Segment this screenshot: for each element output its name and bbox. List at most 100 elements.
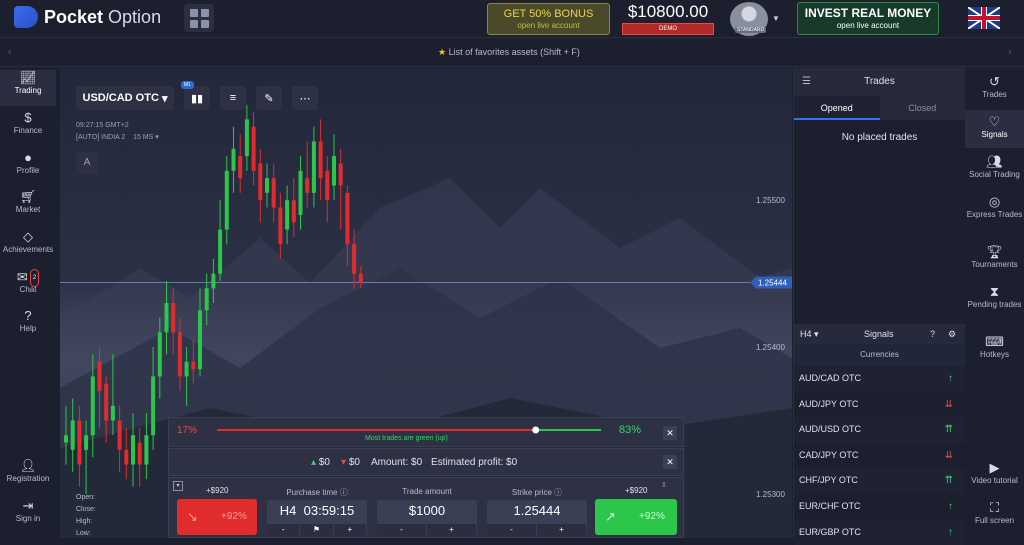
- candle-body: [291, 200, 296, 223]
- close-icon[interactable]: ✕: [663, 455, 677, 469]
- rnav-pending-trades[interactable]: ⧗ Pending trades: [965, 284, 1024, 310]
- help-icon[interactable]: ?: [930, 324, 935, 344]
- rnav-trades[interactable]: ↺ Trades: [965, 74, 1024, 108]
- double-arrow-down-icon: ⇊: [944, 449, 953, 461]
- nav-help[interactable]: ? Help: [0, 308, 56, 344]
- brush-icon: ✎: [264, 92, 274, 105]
- rnav-video-tutorial[interactable]: ▶ Video tutorial: [965, 460, 1024, 486]
- list-icon[interactable]: ☰: [802, 68, 811, 96]
- signal-row[interactable]: EUR/GBP OTC ↑: [794, 519, 965, 545]
- candle-body: [204, 288, 209, 311]
- signal-row[interactable]: AUD/JPY OTC ⇊: [794, 392, 965, 418]
- indicators-button[interactable]: ≡: [220, 86, 246, 110]
- collapse-icon[interactable]: ▾: [173, 481, 183, 491]
- signal-row[interactable]: CAD/JPY OTC ⇊: [794, 443, 965, 469]
- buy-percentage: 83%: [619, 424, 642, 436]
- close-icon[interactable]: ✕: [663, 426, 677, 440]
- nav-achievements[interactable]: ◇ Achievements: [0, 229, 56, 265]
- signal-row[interactable]: EUR/CHF OTC ↑: [794, 494, 965, 520]
- signals-category[interactable]: Currencies: [794, 344, 965, 366]
- account-balance[interactable]: $10800.00 DEMO: [622, 2, 714, 35]
- asset-selector[interactable]: USD/CAD OTC ▾: [76, 86, 174, 110]
- invest-real-money-button[interactable]: INVEST REAL MONEY open live account: [797, 2, 939, 35]
- strike-plus-button[interactable]: +: [537, 524, 586, 536]
- rnav-express-trades[interactable]: ◎ Express Trades: [965, 194, 1024, 220]
- nav-market[interactable]: 🛒︎ Market: [0, 189, 56, 225]
- chevron-left-icon[interactable]: ‹: [8, 46, 12, 58]
- buy-button[interactable]: ↗ +92%: [595, 499, 677, 535]
- candle-body: [144, 435, 149, 465]
- chevron-right-icon[interactable]: ›: [1008, 46, 1012, 58]
- gear-icon[interactable]: ⚙: [948, 324, 956, 344]
- star-icon: ★: [438, 47, 447, 57]
- signal-row[interactable]: CHF/JPY OTC ⇈: [794, 468, 965, 494]
- bonus-button[interactable]: GET 50% BONUS open live account: [487, 3, 610, 35]
- sell-button[interactable]: ↘ +92%: [177, 499, 257, 535]
- ohlc-readout: Open: Close: High: Low:: [76, 494, 96, 537]
- diamond-icon: ◇: [23, 229, 33, 244]
- sell-payout: +$920: [206, 486, 229, 495]
- chart-info: 09:27:15 GMT+2 [AUTO] INDIA 2 15 MS ▾: [76, 120, 159, 144]
- candle-body: [177, 332, 182, 377]
- invest-subtitle: open live account: [836, 21, 900, 30]
- strike-minus-button[interactable]: -: [487, 524, 536, 536]
- auto-scale-button[interactable]: A: [76, 152, 98, 174]
- tab-opened[interactable]: Opened: [794, 96, 880, 120]
- nav-registration[interactable]: 👤︎ Registration: [0, 458, 56, 494]
- chevron-down-icon[interactable]: ▼: [772, 14, 780, 23]
- tab-closed[interactable]: Closed: [879, 96, 965, 120]
- nav-finance[interactable]: $ Finance: [0, 110, 56, 146]
- favorites-bar: ‹ ★ List of favorites assets (Shift + F)…: [0, 39, 1024, 67]
- ping-value[interactable]: 15 MS: [133, 134, 153, 141]
- candle-body: [305, 178, 310, 193]
- nav-sign-in[interactable]: ⇥ Sign in: [0, 498, 56, 534]
- keyboard-icon: ⌨: [985, 334, 1004, 349]
- signal-row[interactable]: AUD/USD OTC ⇈: [794, 417, 965, 443]
- rnav-hotkeys[interactable]: ⌨ Hotkeys: [965, 334, 1024, 360]
- arrow-up-icon: ↑: [948, 373, 953, 384]
- trader-sentiment-panel: 17% Most trades are green (up) 83% ✕: [168, 417, 684, 447]
- trade-panel: ▾ +$920 ↘ +92% Purchase time ⓘ H4 03:59:…: [168, 477, 684, 538]
- rnav-full-screen[interactable]: ⛶ Full screen: [965, 500, 1024, 526]
- candle-body: [345, 192, 350, 245]
- timeframe-value[interactable]: H4: [280, 503, 297, 518]
- help-icon[interactable]: ⓘ: [340, 488, 348, 497]
- purchase-time-value[interactable]: 03:59:15: [304, 503, 355, 518]
- drawing-tools-button[interactable]: ✎: [256, 86, 282, 110]
- time-plus-button[interactable]: +: [333, 524, 366, 536]
- flag-icon[interactable]: ⚑: [300, 524, 333, 536]
- amount-minus-button[interactable]: -: [377, 524, 426, 536]
- brand-logo[interactable]: Pocket Option: [14, 6, 161, 28]
- nav-profile[interactable]: ● Profile: [0, 150, 56, 186]
- rnav-signals[interactable]: ♡ Signals: [965, 110, 1024, 148]
- chart-type-button[interactable]: ▮▮: [184, 86, 210, 110]
- candle-body: [64, 435, 68, 443]
- account-mode-badge: DEMO: [622, 23, 714, 35]
- video-icon: ▶: [989, 460, 1000, 475]
- trade-amount-value[interactable]: $1000: [377, 503, 477, 518]
- signals-timeframe-select[interactable]: H4 ▾: [800, 324, 819, 344]
- candle-body: [325, 170, 330, 201]
- candle-body: [77, 420, 82, 465]
- help-icon[interactable]: ⓘ: [554, 488, 562, 497]
- rnav-social-trading[interactable]: 👥︎ Social Trading: [965, 154, 1024, 180]
- strike-price-value[interactable]: 1.25444: [487, 503, 587, 518]
- rnav-tournaments[interactable]: 🏆︎ Tournaments: [965, 244, 1024, 270]
- language-flag-icon[interactable]: [968, 7, 1000, 29]
- nav-chat[interactable]: ✉ 2 Chat: [0, 269, 56, 305]
- chevron-down-icon: ▾: [155, 134, 159, 141]
- candle-body: [90, 376, 95, 436]
- nav-trading[interactable]: 📈︎ Trading: [0, 70, 56, 106]
- amount-plus-button[interactable]: +: [427, 524, 476, 536]
- candle-body: [184, 361, 189, 377]
- history-icon: ↺: [989, 74, 1000, 89]
- more-options-button[interactable]: ⋯: [292, 86, 318, 110]
- apps-grid-button[interactable]: [184, 4, 214, 32]
- sliders-icon: ≡: [229, 92, 237, 104]
- arrows-vertical-icon[interactable]: ⇕: [661, 481, 667, 489]
- signal-row[interactable]: AUD/CAD OTC ↑: [794, 366, 965, 392]
- chevron-down-icon: ▾: [814, 329, 819, 339]
- favorites-hint[interactable]: ★ List of favorites assets (Shift + F): [438, 47, 580, 58]
- sign-in-icon: ⇥: [22, 498, 34, 513]
- time-minus-button[interactable]: -: [267, 524, 300, 536]
